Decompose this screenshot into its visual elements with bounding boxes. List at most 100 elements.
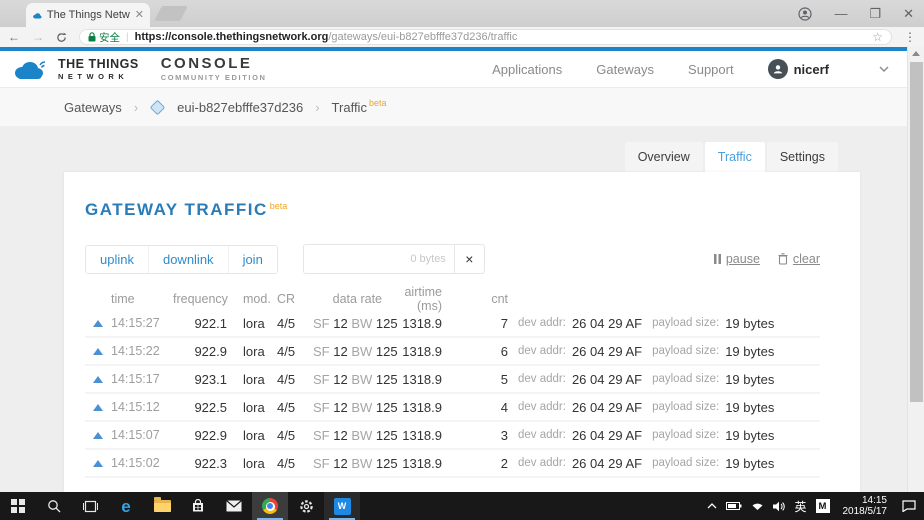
back-button[interactable]: ← [8, 31, 20, 43]
action-center-icon[interactable] [902, 500, 916, 512]
traffic-row[interactable]: 14:15:02 922.3 lora 4/5 SF 12 BW 125 131… [85, 450, 820, 478]
address-bar[interactable]: 安全 | https://console.thethingsnetwork.or… [79, 29, 892, 45]
url-host: https://console.thethingsnetwork.org [135, 31, 329, 43]
row-cr: 4/5 [277, 372, 313, 387]
windows-logo-icon [11, 499, 25, 513]
forward-button[interactable]: → [32, 31, 44, 43]
brand-wordmark: THE THINGS NETWORK [58, 58, 139, 80]
table-header-row: time frequency mod. CR data rate airtime… [85, 288, 820, 310]
payload-size-label: payload size: [652, 457, 719, 469]
taskbar-search-button[interactable] [36, 492, 72, 520]
mail-button[interactable] [216, 492, 252, 520]
speaker-icon[interactable] [773, 501, 785, 512]
breadcrumb-gateways[interactable]: Gateways [64, 100, 122, 115]
chrome-icon [262, 498, 278, 514]
battery-icon[interactable] [726, 501, 742, 511]
main-content: Overview Traffic Settings GATEWAY TRAFFI… [0, 127, 907, 492]
ttn-logo[interactable]: THE THINGS NETWORK CONSOLE COMMUNITY EDI… [12, 56, 267, 82]
tab-traffic[interactable]: Traffic [705, 142, 765, 172]
profile-icon[interactable] [798, 7, 812, 21]
row-cr: 4/5 [277, 316, 313, 331]
nav-support[interactable]: Support [688, 62, 734, 77]
settings-button[interactable] [288, 492, 324, 520]
row-time: 14:15:22 [111, 344, 173, 358]
row-payload-size: 19 bytes [725, 400, 774, 415]
bookmark-star-icon[interactable]: ☆ [872, 30, 883, 44]
traffic-row[interactable]: 14:15:27 922.1 lora 4/5 SF 12 BW 125 131… [85, 310, 820, 338]
row-dev-addr: 26 04 29 AF [572, 456, 642, 471]
row-payload-size: 19 bytes [725, 372, 774, 387]
nav-gateways[interactable]: Gateways [596, 62, 654, 77]
start-button[interactable] [0, 492, 36, 520]
traffic-table: time frequency mod. CR data rate airtime… [85, 288, 820, 478]
row-dev-addr: 26 04 29 AF [572, 400, 642, 415]
scrollbar-up-arrow[interactable] [912, 51, 920, 56]
omnibox-separator: | [126, 32, 129, 43]
store-button[interactable] [180, 492, 216, 520]
edge-icon: e [121, 498, 130, 515]
edge-button[interactable]: e [108, 492, 144, 520]
scrollbar-thumb[interactable] [910, 62, 923, 402]
uplink-arrow-icon [85, 320, 111, 327]
brand-bottom-text: NETWORK [58, 73, 139, 81]
traffic-row[interactable]: 14:15:22 922.9 lora 4/5 SF 12 BW 125 131… [85, 338, 820, 366]
dev-addr-label: dev addr: [518, 373, 566, 385]
tab-close-icon[interactable]: ✕ [135, 10, 144, 21]
wifi-icon[interactable] [751, 501, 764, 511]
payload-size-label: payload size: [652, 401, 719, 413]
traffic-row[interactable]: 14:15:07 922.9 lora 4/5 SF 12 BW 125 131… [85, 422, 820, 450]
console-title-text: CONSOLE [161, 56, 267, 71]
payload-size-label: payload size: [652, 345, 719, 357]
task-view-button[interactable] [72, 492, 108, 520]
secure-indicator[interactable]: 安全 [88, 30, 120, 45]
clock-time: 14:15 [862, 495, 887, 506]
breadcrumb-traffic[interactable]: Trafficbeta [332, 100, 387, 115]
reload-button[interactable] [56, 32, 67, 43]
dev-addr-label: dev addr: [518, 457, 566, 469]
traffic-toolbar: uplink downlink join × pause [85, 244, 820, 274]
close-button[interactable]: ✕ [903, 7, 914, 20]
clear-label: clear [793, 252, 820, 266]
filter-uplink-button[interactable]: uplink [86, 246, 149, 273]
breadcrumb-chevron-icon: › [315, 100, 319, 115]
traffic-table-body: 14:15:27 922.1 lora 4/5 SF 12 BW 125 131… [85, 310, 820, 478]
clear-button[interactable]: clear [778, 252, 820, 266]
tab-overview[interactable]: Overview [625, 142, 703, 172]
filter-join-button[interactable]: join [229, 246, 277, 273]
traffic-card: GATEWAY TRAFFICbeta uplink downlink join… [64, 172, 860, 492]
traffic-row[interactable]: 14:15:17 923.1 lora 4/5 SF 12 BW 125 131… [85, 366, 820, 394]
nav-applications[interactable]: Applications [492, 62, 562, 77]
tray-chevron-up-icon[interactable] [707, 503, 717, 509]
filter-downlink-button[interactable]: downlink [149, 246, 229, 273]
traffic-row[interactable]: 14:15:12 922.5 lora 4/5 SF 12 BW 125 131… [85, 394, 820, 422]
new-tab-button[interactable] [154, 6, 188, 21]
pause-button[interactable]: pause [714, 252, 760, 266]
page-scrollbar[interactable] [907, 46, 924, 492]
row-frequency: 922.1 [173, 316, 227, 331]
browser-tab[interactable]: The Things Network C ✕ [26, 3, 150, 27]
restore-button[interactable]: ❐ [869, 7, 881, 20]
ttn-cloud-favicon [32, 11, 42, 20]
clear-filter-x-button[interactable]: × [455, 244, 485, 274]
row-mod: lora [243, 316, 277, 331]
chrome-button[interactable] [252, 492, 288, 520]
user-menu[interactable]: nicerf [768, 59, 829, 79]
chevron-down-icon[interactable] [879, 66, 889, 72]
site-nav: Applications Gateways Support nicerf [492, 59, 889, 79]
traffic-filter-input[interactable] [303, 244, 455, 274]
taskbar-clock[interactable]: 14:15 2018/5/17 [843, 495, 888, 517]
blue-app-icon: W [334, 498, 351, 515]
ime-mode-indicator[interactable]: M [816, 499, 830, 513]
breadcrumb-gateway-id[interactable]: eui-b827ebfffe37d236 [177, 100, 303, 115]
filter-group: uplink downlink join [85, 245, 278, 274]
row-data-rate: SF 12 BW 125 [313, 428, 382, 443]
minimize-button[interactable]: — [834, 7, 847, 20]
row-time: 14:15:02 [111, 456, 173, 470]
blue-app-button[interactable]: W [324, 492, 360, 520]
tab-settings[interactable]: Settings [767, 142, 838, 172]
file-explorer-button[interactable] [144, 492, 180, 520]
ime-language-indicator[interactable]: 英 [794, 498, 806, 515]
browser-menu-icon[interactable]: ⋮ [904, 30, 916, 44]
row-cnt: 7 [442, 316, 508, 331]
row-cnt: 3 [442, 428, 508, 443]
